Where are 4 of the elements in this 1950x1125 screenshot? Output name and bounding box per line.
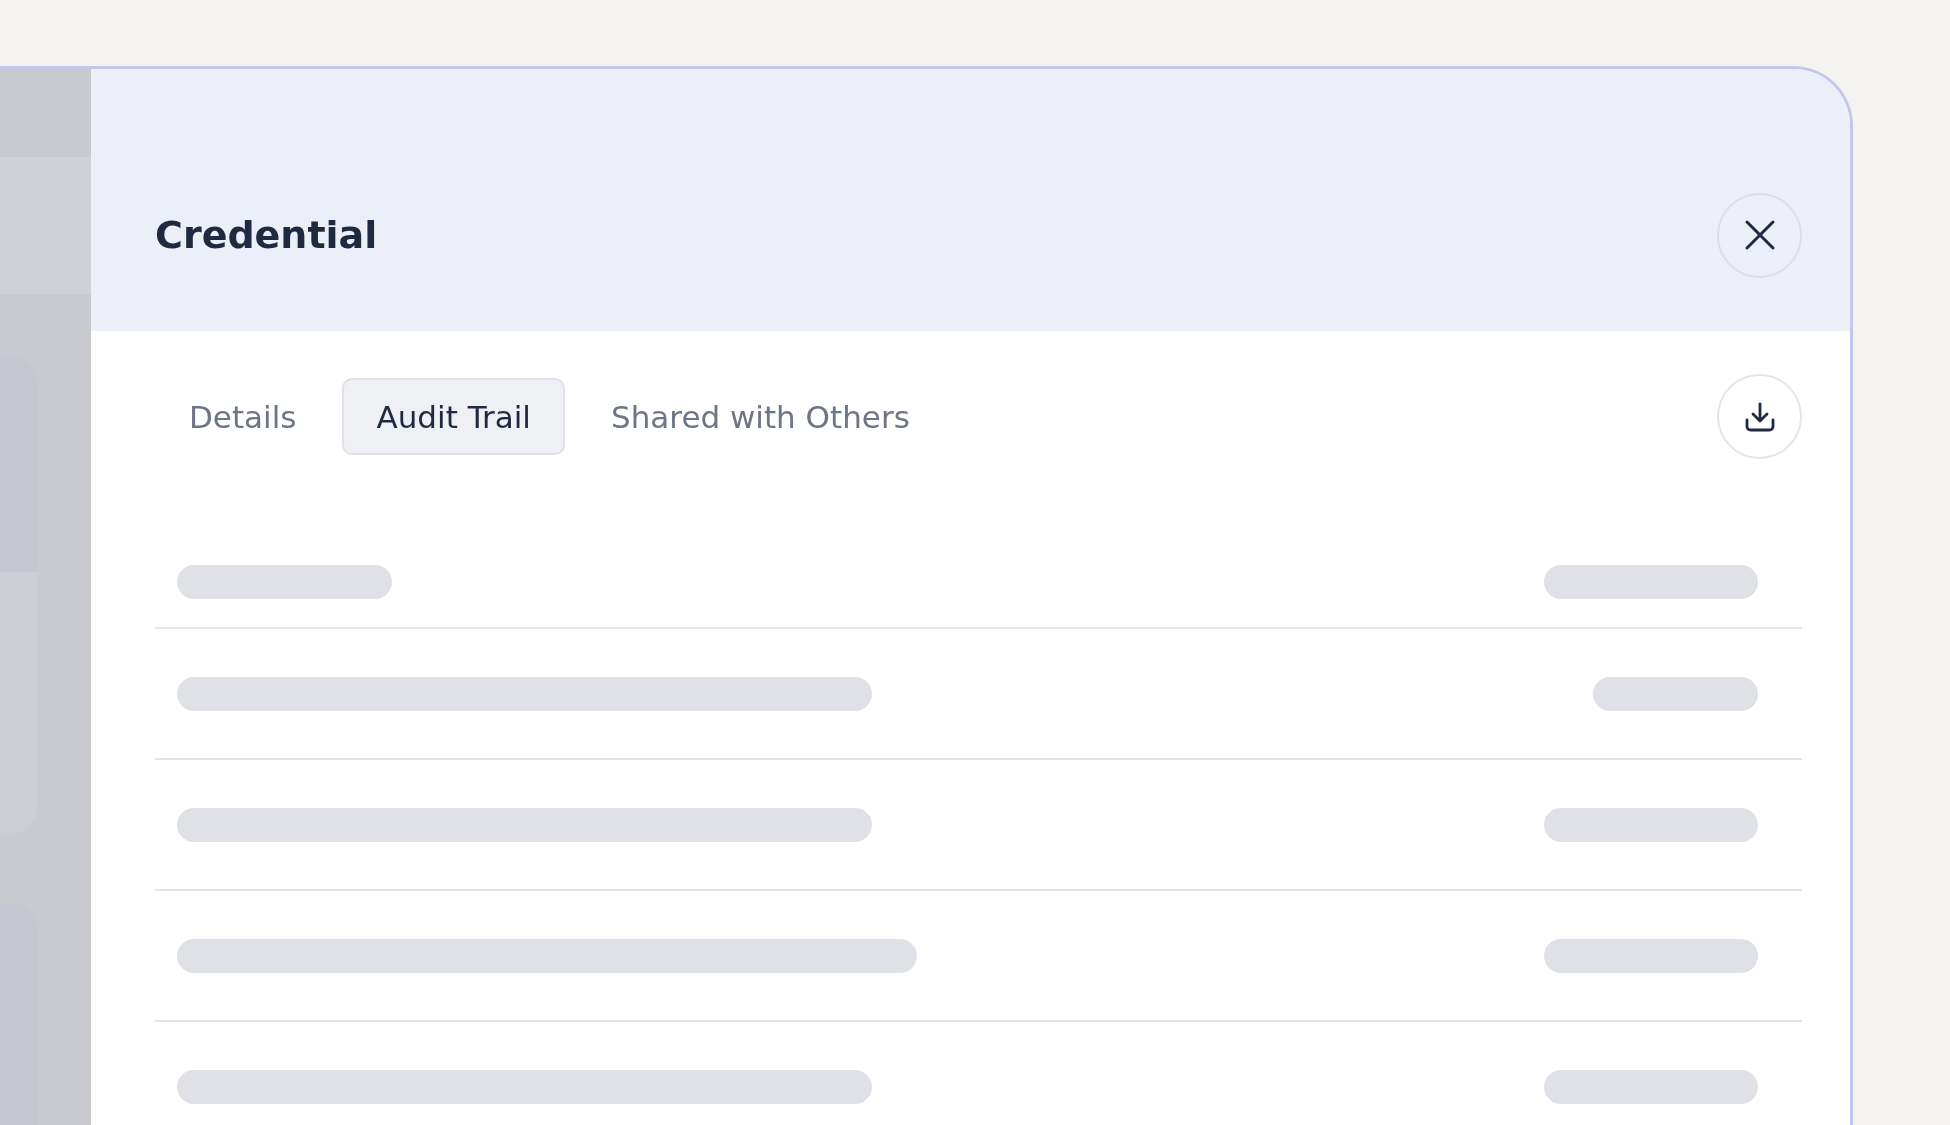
tab[interactable]: Shared with Others (577, 378, 944, 455)
tab[interactable]: Details (155, 378, 331, 455)
tab[interactable]: Audit Trail (342, 378, 565, 455)
dialog-title: Credential (155, 212, 378, 257)
